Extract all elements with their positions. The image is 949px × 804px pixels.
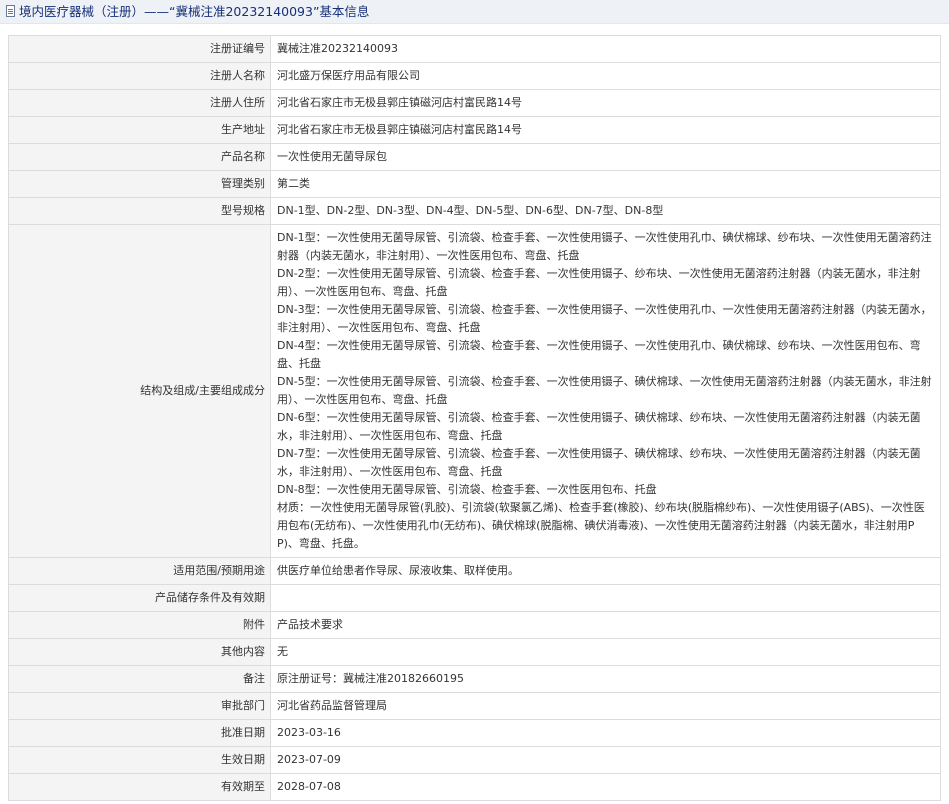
field-value-approval-date: 2023-03-16 bbox=[270, 719, 941, 747]
field-label: 型号规格 bbox=[8, 197, 271, 225]
document-icon bbox=[6, 5, 15, 17]
field-value-production-address: 河北省石家庄市无极县郭庄镇磁河店村富民路14号 bbox=[270, 116, 941, 144]
field-value-composition: DN-1型：一次性使用无菌导尿管、引流袋、检查手套、一次性使用镊子、一次性使用孔… bbox=[270, 224, 941, 558]
table-row: 批准日期 2023-03-16 bbox=[8, 719, 941, 747]
field-label: 产品名称 bbox=[8, 143, 271, 171]
field-value-registrant-name: 河北盛万保医疗用品有限公司 bbox=[270, 62, 941, 90]
table-row: 产品储存条件及有效期 bbox=[8, 584, 941, 612]
table-row: 注册人名称 河北盛万保医疗用品有限公司 bbox=[8, 62, 941, 90]
field-value-model-spec: DN-1型、DN-2型、DN-3型、DN-4型、DN-5型、DN-6型、DN-7… bbox=[270, 197, 941, 225]
field-label: 注册人名称 bbox=[8, 62, 271, 90]
field-label: 其他内容 bbox=[8, 638, 271, 666]
field-value-effective-date: 2023-07-09 bbox=[270, 746, 941, 774]
table-row: 结构及组成/主要组成成分 DN-1型：一次性使用无菌导尿管、引流袋、检查手套、一… bbox=[8, 224, 941, 558]
field-value-remarks: 原注册证号：冀械注准20182660195 bbox=[270, 665, 941, 693]
field-label: 结构及组成/主要组成成分 bbox=[8, 224, 271, 558]
field-label: 适用范围/预期用途 bbox=[8, 557, 271, 585]
table-row: 有效期至 2028-07-08 bbox=[8, 773, 941, 801]
field-value-intended-use: 供医疗单位给患者作导尿、尿液收集、取样使用。 bbox=[270, 557, 941, 585]
table-row: 产品名称 一次性使用无菌导尿包 bbox=[8, 143, 941, 171]
table-row: 管理类别 第二类 bbox=[8, 170, 941, 198]
composition-line: DN-7型：一次性使用无菌导尿管、引流袋、检查手套、一次性使用镊子、碘伏棉球、纱… bbox=[277, 447, 921, 478]
field-label: 批准日期 bbox=[8, 719, 271, 747]
composition-line: DN-5型：一次性使用无菌导尿管、引流袋、检查手套、一次性使用镊子、碘伏棉球、一… bbox=[277, 375, 932, 406]
field-label: 生效日期 bbox=[8, 746, 271, 774]
composition-line: DN-1型：一次性使用无菌导尿管、引流袋、检查手套、一次性使用镊子、一次性使用孔… bbox=[277, 231, 932, 262]
field-value-management-category: 第二类 bbox=[270, 170, 941, 198]
info-table: 注册证编号 冀械注准20232140093 注册人名称 河北盛万保医疗用品有限公… bbox=[8, 35, 941, 801]
composition-line: DN-6型：一次性使用无菌导尿管、引流袋、检查手套、一次性使用镊子、碘伏棉球、纱… bbox=[277, 411, 921, 442]
field-value-product-name: 一次性使用无菌导尿包 bbox=[270, 143, 941, 171]
composition-line: DN-8型：一次性使用无菌导尿管、引流袋、检查手套、一次性医用包布、托盘 bbox=[277, 483, 657, 496]
table-row: 生产地址 河北省石家庄市无极县郭庄镇磁河店村富民路14号 bbox=[8, 116, 941, 144]
field-label: 产品储存条件及有效期 bbox=[8, 584, 271, 612]
field-value-expiry-date: 2028-07-08 bbox=[270, 773, 941, 801]
field-label: 注册证编号 bbox=[8, 35, 271, 63]
field-value-storage bbox=[270, 584, 941, 612]
table-row: 生效日期 2023-07-09 bbox=[8, 746, 941, 774]
field-value-other: 无 bbox=[270, 638, 941, 666]
field-label: 附件 bbox=[8, 611, 271, 639]
composition-line: DN-3型：一次性使用无菌导尿管、引流袋、检查手套、一次性使用镊子、一次性使用孔… bbox=[277, 303, 932, 334]
table-row: 注册人住所 河北省石家庄市无极县郭庄镇磁河店村富民路14号 bbox=[8, 89, 941, 117]
field-value-registrant-address: 河北省石家庄市无极县郭庄镇磁河店村富民路14号 bbox=[270, 89, 941, 117]
page-header: 境内医疗器械（注册）——“冀械注准20232140093”基本信息 bbox=[0, 0, 949, 24]
field-value-attachment: 产品技术要求 bbox=[270, 611, 941, 639]
field-value-registration-number: 冀械注准20232140093 bbox=[270, 35, 941, 63]
composition-line: DN-4型：一次性使用无菌导尿管、引流袋、检查手套、一次性使用镊子、一次性使用孔… bbox=[277, 339, 921, 370]
field-label: 备注 bbox=[8, 665, 271, 693]
field-value-approval-department: 河北省药品监督管理局 bbox=[270, 692, 941, 720]
table-row: 审批部门 河北省药品监督管理局 bbox=[8, 692, 941, 720]
table-row: 注册证编号 冀械注准20232140093 bbox=[8, 35, 941, 63]
table-row: 型号规格 DN-1型、DN-2型、DN-3型、DN-4型、DN-5型、DN-6型… bbox=[8, 197, 941, 225]
field-label: 管理类别 bbox=[8, 170, 271, 198]
table-row: 附件 产品技术要求 bbox=[8, 611, 941, 639]
composition-line: 材质：一次性使用无菌导尿管(乳胶)、引流袋(软聚氯乙烯)、检查手套(橡胶)、纱布… bbox=[277, 501, 925, 550]
field-label: 注册人住所 bbox=[8, 89, 271, 117]
field-label: 生产地址 bbox=[8, 116, 271, 144]
table-row: 备注 原注册证号：冀械注准20182660195 bbox=[8, 665, 941, 693]
page-title: 境内医疗器械（注册）——“冀械注准20232140093”基本信息 bbox=[19, 4, 370, 19]
field-label: 有效期至 bbox=[8, 773, 271, 801]
field-label: 审批部门 bbox=[8, 692, 271, 720]
composition-line: DN-2型：一次性使用无菌导尿管、引流袋、检查手套、一次性使用镊子、纱布块、一次… bbox=[277, 267, 921, 298]
table-row: 适用范围/预期用途 供医疗单位给患者作导尿、尿液收集、取样使用。 bbox=[8, 557, 941, 585]
table-row: 其他内容 无 bbox=[8, 638, 941, 666]
